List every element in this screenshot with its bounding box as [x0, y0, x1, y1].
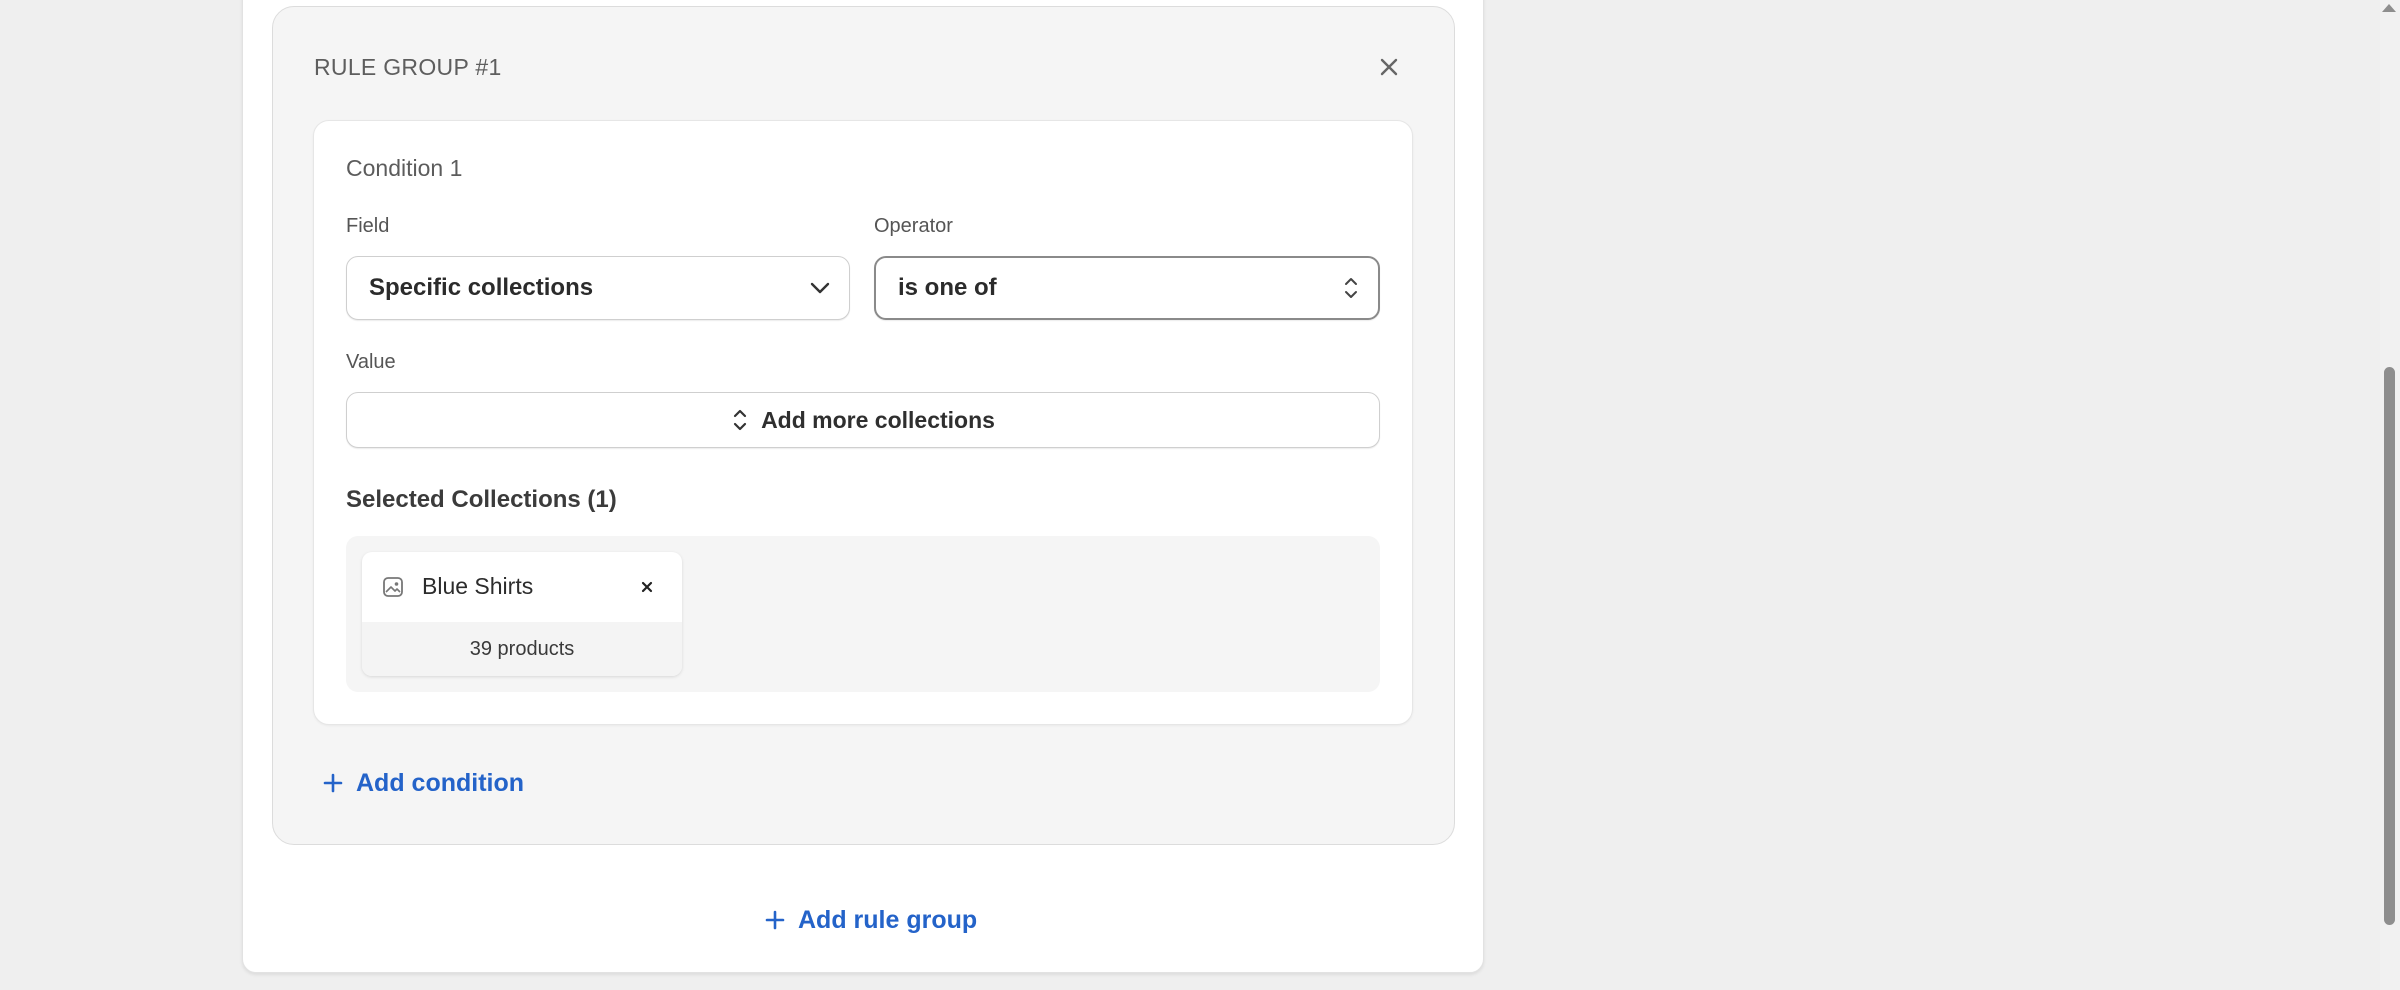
- operator-select-value: is one of: [898, 274, 997, 301]
- page: RULE GROUP #1 Condition 1 Field Operator…: [0, 0, 2400, 990]
- collection-chip-count: 39 products: [362, 622, 682, 676]
- add-rule-group-button[interactable]: Add rule group: [764, 905, 977, 935]
- condition-title: Condition 1: [346, 155, 463, 181]
- field-label: Field: [346, 215, 390, 237]
- value-label: Value: [346, 351, 396, 373]
- add-more-collections-button[interactable]: Add more collections: [346, 392, 1380, 448]
- scrollbar-thumb[interactable]: [2384, 367, 2395, 925]
- updown-chevron-icon: [733, 409, 747, 431]
- add-more-collections-label: Add more collections: [761, 406, 995, 433]
- chevron-down-icon: [809, 281, 831, 295]
- selected-collections-heading: Selected Collections (1): [346, 486, 617, 513]
- close-icon: [641, 581, 653, 593]
- plus-icon: [323, 773, 343, 793]
- updown-chevron-icon: [1342, 274, 1360, 302]
- collection-chip-name: Blue Shirts: [422, 573, 534, 599]
- collection-chip: Blue Shirts 39 products: [362, 552, 682, 676]
- scroll-up-arrow[interactable]: [2382, 4, 2396, 12]
- operator-select[interactable]: is one of: [874, 256, 1380, 320]
- add-condition-label: Add condition: [356, 769, 525, 797]
- rule-group-title: RULE GROUP #1: [314, 54, 502, 80]
- collection-chip-header: Blue Shirts: [362, 552, 682, 622]
- close-icon: [1380, 58, 1398, 76]
- operator-label: Operator: [874, 215, 953, 237]
- add-condition-button[interactable]: Add condition: [322, 768, 524, 798]
- remove-collection-button[interactable]: [638, 578, 656, 596]
- add-rule-group-label: Add rule group: [798, 906, 978, 934]
- remove-rule-group-button[interactable]: [1374, 52, 1404, 82]
- plus-icon: [765, 910, 785, 930]
- field-select-value: Specific collections: [369, 274, 594, 301]
- image-icon: [383, 577, 403, 597]
- field-select[interactable]: Specific collections: [346, 256, 850, 320]
